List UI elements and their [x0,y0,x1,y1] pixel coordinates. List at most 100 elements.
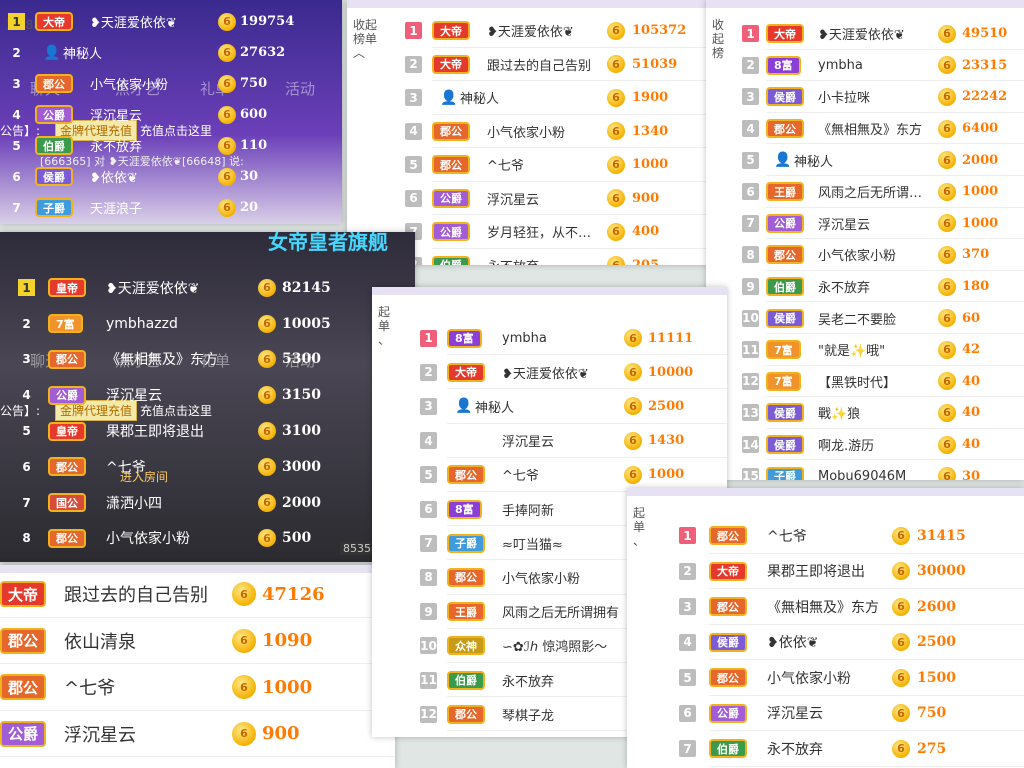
ranking-row[interactable]: 3 👤 神秘人 6 2500 [372,389,727,423]
user-nickname[interactable]: ^七爷 [106,457,254,477]
user-nickname[interactable]: ❥天涯爱依依❦ [502,363,620,382]
ranking-row[interactable]: 13 侯爵 戰✨狼 6 40 [706,397,1024,429]
ranking-row[interactable]: 7 伯爵 永不放弃 6 275 [627,731,1024,767]
ranking-row[interactable]: 公爵 浮沉星云 6 900 [0,711,395,758]
user-nickname[interactable]: ≈叮当猫≈ [502,534,620,553]
user-nickname[interactable]: 《無相無及》东方 [106,349,254,369]
user-nickname[interactable]: 永不放弃 [818,277,934,296]
ranking-row[interactable]: 郡公 依山清泉 6 1090 [0,618,395,665]
user-nickname[interactable]: 跟过去的自己告别 [64,581,228,607]
user-nickname[interactable]: 啊龙.游历 [818,435,934,454]
ranking-row[interactable]: 4 浮沉星云 6 1430 [372,424,727,458]
user-nickname[interactable]: 神秘人 [475,397,593,416]
user-nickname[interactable]: 永不放弃 [767,739,888,759]
ranking-row[interactable]: 5 皇帝 果郡王即将退出 6 3100 [0,413,415,449]
user-nickname[interactable]: Mobu69046M [818,469,934,480]
user-nickname[interactable]: ^七爷 [64,674,228,700]
user-nickname[interactable]: ❥依依❦ [90,167,214,186]
user-nickname[interactable]: 浮沉星云 [487,189,603,208]
ranking-row[interactable]: 2 7富 ymbhazzd 6 10005 [0,306,415,342]
ranking-row[interactable]: 3 侯爵 小卡拉咪 6 22242 [706,81,1024,113]
ranking-row[interactable]: 2 大帝 ❥天涯爱依依❦ 6 10000 [372,355,727,389]
user-nickname[interactable]: ^七爷 [767,526,888,546]
ranking-row[interactable]: 6 侯爵 ❥依依❦ 6 30 [0,161,342,192]
ranking-row[interactable]: 6 公爵 浮沉星云 6 750 [627,696,1024,732]
user-nickname[interactable]: 【黑铁时代】 [818,372,934,391]
ranking-row[interactable]: 1 大帝 ❥天涯爱依依❦ 6 105372 [347,14,707,48]
user-nickname[interactable]: 永不放弃 [487,256,603,265]
user-nickname[interactable]: 岁月轻狂，从不饶人 [487,222,603,241]
user-nickname[interactable]: 小气依家小粉 [502,568,620,587]
user-nickname[interactable]: 神秘人 [460,88,576,107]
ranking-row[interactable]: 5 👤 神秘人 6 2000 [706,144,1024,176]
ranking-row[interactable]: 3 郡公 《無相無及》东方 6 5300 [0,342,415,378]
user-nickname[interactable]: 跟过去的自己告别 [487,55,603,74]
user-nickname[interactable]: 永不放弃 [502,671,620,690]
user-nickname[interactable]: ^七爷 [487,155,603,174]
user-nickname[interactable]: 琴棋子龙 [502,705,620,724]
user-nickname[interactable]: 浮沉星云 [64,721,228,747]
user-nickname[interactable]: ymbhazzd [106,316,254,332]
user-nickname[interactable]: ❥天涯爱依依❦ [106,278,254,298]
user-nickname[interactable]: 果郡王即将退出 [106,421,254,441]
user-nickname[interactable]: ymbha [502,331,620,346]
ranking-row[interactable]: 2 大帝 跟过去的自己告别 6 51039 [347,48,707,82]
ranking-row[interactable]: 1 8富 ymbha 6 11111 [372,321,727,355]
ranking-row[interactable]: 1 郡公 ^七爷 6 31415 [627,518,1024,554]
ranking-row[interactable]: 14 侯爵 啊龙.游历 6 40 [706,429,1024,461]
user-nickname[interactable]: ❥依依❦ [767,632,888,652]
user-nickname[interactable]: 依山清泉 [64,628,228,654]
user-nickname[interactable]: 浮沉星云 [90,105,214,124]
user-nickname[interactable]: ^七爷 [502,465,620,484]
user-nickname[interactable]: 神秘人 [63,43,187,62]
user-nickname[interactable]: ∽✿ℐℎ 惊鸿照影～ [502,636,620,655]
ranking-row[interactable]: 4 郡公 小气依家小粉 6 1340 [347,115,707,149]
user-nickname[interactable]: 永不放弃 [90,136,214,155]
user-nickname[interactable]: 小气依家小粉 [767,668,888,688]
user-nickname[interactable]: 手捧阿新 [502,500,620,519]
ranking-row[interactable]: 4 公爵 浮沉星云 6 600 [0,99,342,130]
ranking-row[interactable]: 8 郡公 小气依家小粉 6 370 [706,239,1024,271]
ranking-row[interactable]: 4 公爵 浮沉星云 6 3150 [0,377,415,413]
ranking-row[interactable]: 1 大帝 ❥天涯爱依依❦ 6 199754 [0,6,342,37]
user-nickname[interactable]: ❥天涯爱依依❦ [818,24,934,43]
ranking-row[interactable]: 1 皇帝 ❥天涯爱依依❦ 6 82145 [0,270,415,306]
user-nickname[interactable]: 小气依家小粉 [818,245,934,264]
user-nickname[interactable]: 小气依家小粉 [106,528,254,548]
user-nickname[interactable]: 吴老二不要脸 [818,309,934,328]
ranking-row[interactable]: 3 👤 神秘人 6 1900 [347,81,707,115]
ranking-row[interactable]: 4 侯爵 ❥依依❦ 6 2500 [627,625,1024,661]
ranking-row[interactable]: 5 郡公 ^七爷 6 1000 [372,458,727,492]
user-nickname[interactable]: ❥天涯爱依依❦ [90,12,214,31]
user-nickname[interactable]: 小气依家小粉 [90,74,214,93]
ranking-row[interactable]: 2 👤 神秘人 6 27632 [0,37,342,68]
ranking-row[interactable]: 7 国公 潇洒小四 6 2000 [0,485,415,521]
ranking-row[interactable]: 9 伯爵 永不放弃 6 180 [706,271,1024,303]
user-nickname[interactable]: 浮沉星云 [502,431,620,450]
ranking-row[interactable]: 15 子爵 Mobu69046M 6 30 [706,460,1024,480]
ranking-row[interactable]: 1 大帝 ❥天涯爱依依❦ 6 49510 [706,18,1024,50]
ranking-row[interactable]: 2 8富 ymbha 6 23315 [706,50,1024,82]
user-nickname[interactable]: ❥天涯爱依依❦ [487,21,603,40]
ranking-row[interactable]: 小气依家小粉60 [0,757,395,768]
user-nickname[interactable]: 《無相無及》东方 [818,119,934,138]
user-nickname[interactable]: 《無相無及》东方 [767,597,888,617]
user-nickname[interactable]: 浮沉星云 [818,214,934,233]
user-nickname[interactable]: "就是✨哦" [818,340,934,359]
ranking-row[interactable]: 8 郡公 小气依家小粉 6 500 [0,521,415,557]
ranking-row[interactable]: 11 7富 "就是✨哦" 6 42 [706,334,1024,366]
ranking-row[interactable]: 4 郡公 《無相無及》东方 6 6400 [706,113,1024,145]
user-nickname[interactable]: 风雨之后无所谓拥有 [502,602,620,621]
ranking-row[interactable]: 5 伯爵 永不放弃 6 110 [0,130,342,161]
user-nickname[interactable]: 小卡拉咪 [818,87,934,106]
ranking-row[interactable]: 12 7富 【黑铁时代】 6 40 [706,366,1024,398]
user-nickname[interactable]: 戰✨狼 [818,403,934,422]
user-nickname[interactable]: ymbha [818,58,934,73]
ranking-row[interactable]: 大帝 跟过去的自己告别 6 47126 [0,571,395,618]
ranking-row[interactable]: 3 郡公 小气依家小粉 6 750 [0,68,342,99]
ranking-row[interactable]: 10 侯爵 吴老二不要脸 6 60 [706,302,1024,334]
user-nickname[interactable]: 小气依家小粉 [487,122,603,141]
ranking-row[interactable]: 5 郡公 ^七爷 6 1000 [347,148,707,182]
ranking-row[interactable]: 郡公 ^七爷 6 1000 [0,664,395,711]
ranking-row[interactable]: 6 郡公 ^七爷 6 3000 [0,449,415,485]
